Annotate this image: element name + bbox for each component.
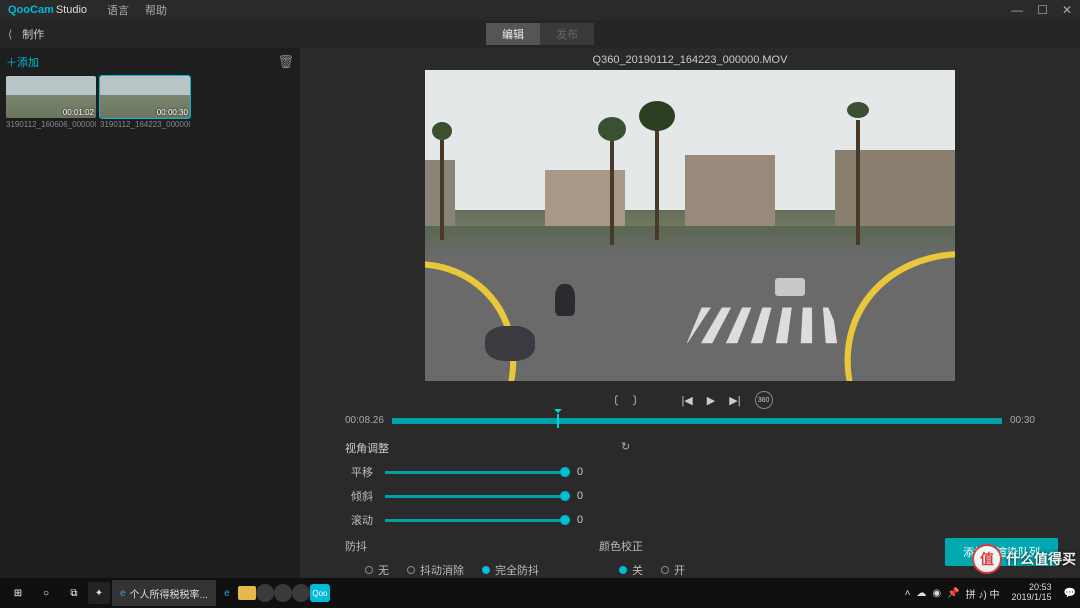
notification-icon[interactable]: 💬 xyxy=(1064,588,1076,599)
close-button[interactable]: ✕ xyxy=(1062,3,1072,17)
color-on[interactable]: 开 xyxy=(661,562,685,578)
tray-chevron-icon[interactable]: ˄ xyxy=(905,588,911,599)
time-current: 00:08.26 xyxy=(345,415,384,426)
thumbnail-label: 3190112_164223_000000.MOV xyxy=(100,120,190,129)
sidebar: ＋添加 🗑 00:01:02 3190112_160606_000000.MOV… xyxy=(0,48,300,578)
prev-frame-button[interactable]: |◀ xyxy=(681,394,692,407)
thumbnail-duration: 00:00:30 xyxy=(157,108,188,117)
clock-date: 2019/1/15 xyxy=(1012,593,1052,603)
mark-out-button[interactable]: 〕 xyxy=(632,392,643,408)
color-off[interactable]: 关 xyxy=(619,562,643,578)
thumbnail-image: 00:01:02 xyxy=(6,76,96,118)
toolbar: ⟨ 制作 编辑 发布 xyxy=(0,20,1080,48)
tilt-slider[interactable] xyxy=(385,495,565,498)
roll-slider[interactable] xyxy=(385,519,565,522)
view-360-button[interactable]: 360 xyxy=(755,391,773,409)
app-icon[interactable] xyxy=(256,584,274,602)
thumbnail-label: 3190112_160606_000000.MOV xyxy=(6,120,96,129)
slider-label: 平移 xyxy=(345,464,373,480)
slider-label: 倾斜 xyxy=(345,488,373,504)
add-button[interactable]: ＋添加 xyxy=(6,54,39,70)
timeline-slider[interactable] xyxy=(392,418,1002,424)
app-brand: QooCam xyxy=(8,4,54,16)
menu-help[interactable]: 帮助 xyxy=(145,2,167,18)
tray-ime-text[interactable]: 拼 ♪) 中 xyxy=(966,586,1000,601)
stab-reduce[interactable]: 抖动消除 xyxy=(407,562,464,578)
adjust-title: 视角调整 xyxy=(345,440,389,456)
playback-controls: 〔 〕 |◀ ▶ ▶| 360 xyxy=(607,391,772,409)
slider-knob[interactable] xyxy=(560,515,570,525)
stab-none[interactable]: 无 xyxy=(365,562,389,578)
time-total: 00:30 xyxy=(1010,415,1035,426)
menu-language[interactable]: 语言 xyxy=(107,2,129,18)
next-frame-button[interactable]: ▶| xyxy=(729,394,740,407)
slider-tilt: 倾斜 0 xyxy=(345,488,1035,504)
app-icon[interactable]: ✦ xyxy=(88,582,110,604)
stab-title: 防抖 xyxy=(345,538,539,554)
slider-knob[interactable] xyxy=(560,491,570,501)
top-menu: 语言 帮助 xyxy=(107,2,167,18)
back-button[interactable]: ⟨ xyxy=(8,28,12,41)
slider-label: 滚动 xyxy=(345,512,373,528)
current-filename: Q360_20190112_164223_000000.MOV xyxy=(593,54,788,66)
app-icon[interactable] xyxy=(292,584,310,602)
maximize-button[interactable]: ☐ xyxy=(1037,3,1048,17)
tray-icon[interactable]: ☁ xyxy=(916,588,926,599)
play-button[interactable]: ▶ xyxy=(707,394,715,407)
system-tray: ˄ ☁ ◉ 📌 拼 ♪) 中 20:53 2019/1/15 💬 xyxy=(905,583,1076,603)
watermark-text: 什么值得买 xyxy=(1006,549,1076,569)
timeline-handle[interactable] xyxy=(557,414,559,428)
watermark: 值 什么值得买 xyxy=(972,544,1076,574)
start-button[interactable]: ⊞ xyxy=(4,579,32,607)
browser-tab-title: 个人所得税税率... xyxy=(130,586,208,601)
reset-icon[interactable]: ↻ xyxy=(621,440,630,456)
windows-taskbar: ⊞ ○ ⧉ ✦ e 个人所得税税率... e Qoo ˄ ☁ ◉ 📌 拼 ♪) … xyxy=(0,578,1080,608)
main-area: ＋添加 🗑 00:01:02 3190112_160606_000000.MOV… xyxy=(0,48,1080,578)
app-icon[interactable] xyxy=(274,584,292,602)
title-bar: QooCam Studio 语言 帮助 — ☐ ✕ xyxy=(0,0,1080,20)
timeline-row: 00:08.26 00:30 xyxy=(345,415,1035,426)
sidebar-header: ＋添加 🗑 xyxy=(6,54,294,70)
mark-in-button[interactable]: 〔 xyxy=(607,392,618,408)
thumbnail-duration: 00:01:02 xyxy=(63,108,94,117)
mode-tabs: 编辑 发布 xyxy=(486,23,594,45)
thumbnail-item[interactable]: 00:00:30 3190112_164223_000000.MOV xyxy=(100,76,190,129)
video-preview[interactable] xyxy=(425,70,955,381)
slider-pan: 平移 0 xyxy=(345,464,1035,480)
cortana-icon[interactable]: ○ xyxy=(32,579,60,607)
trash-icon[interactable]: 🗑 xyxy=(277,54,294,70)
options-row: 防抖 无 抖动消除 完全防抖 颜色校正 关 开 xyxy=(345,538,1035,578)
editor-panel: Q360_20190112_164223_000000.MOV 〔 〕 |◀ ▶… xyxy=(300,48,1080,578)
watermark-icon: 值 xyxy=(972,544,1002,574)
slider-knob[interactable] xyxy=(560,467,570,477)
color-group: 颜色校正 关 开 xyxy=(599,538,685,578)
slider-value: 0 xyxy=(577,466,597,478)
thumbnail-list: 00:01:02 3190112_160606_000000.MOV 00:00… xyxy=(6,76,294,129)
tab-publish[interactable]: 发布 xyxy=(540,23,594,45)
stab-full[interactable]: 完全防抖 xyxy=(482,562,539,578)
tray-pin-icon[interactable]: 📌 xyxy=(947,588,959,599)
slider-value: 0 xyxy=(577,514,597,526)
taskview-icon[interactable]: ⧉ xyxy=(60,579,88,607)
taskbar-clock[interactable]: 20:53 2019/1/15 xyxy=(1012,583,1052,603)
minimize-button[interactable]: — xyxy=(1011,3,1023,17)
stabilization-group: 防抖 无 抖动消除 完全防抖 xyxy=(345,538,539,578)
slider-value: 0 xyxy=(577,490,597,502)
thumbnail-item[interactable]: 00:01:02 3190112_160606_000000.MOV xyxy=(6,76,96,129)
adjust-panel: 视角调整 ↻ 平移 0 倾斜 0 滚动 0 防抖 xyxy=(345,440,1035,578)
slider-roll: 滚动 0 xyxy=(345,512,1035,528)
explorer-icon[interactable] xyxy=(238,586,256,600)
color-title: 颜色校正 xyxy=(599,538,685,554)
tab-edit[interactable]: 编辑 xyxy=(486,23,540,45)
pan-slider[interactable] xyxy=(385,471,565,474)
breadcrumb: 制作 xyxy=(22,26,44,42)
qoocam-taskbar-icon[interactable]: Qoo xyxy=(310,584,330,602)
browser-tab[interactable]: e 个人所得税税率... xyxy=(112,580,216,606)
tray-steam-icon[interactable]: ◉ xyxy=(932,588,941,599)
app-brand-sub: Studio xyxy=(56,4,87,16)
edge-icon[interactable]: e xyxy=(216,582,238,604)
window-controls: — ☐ ✕ xyxy=(1011,3,1072,17)
thumbnail-image: 00:00:30 xyxy=(100,76,190,118)
